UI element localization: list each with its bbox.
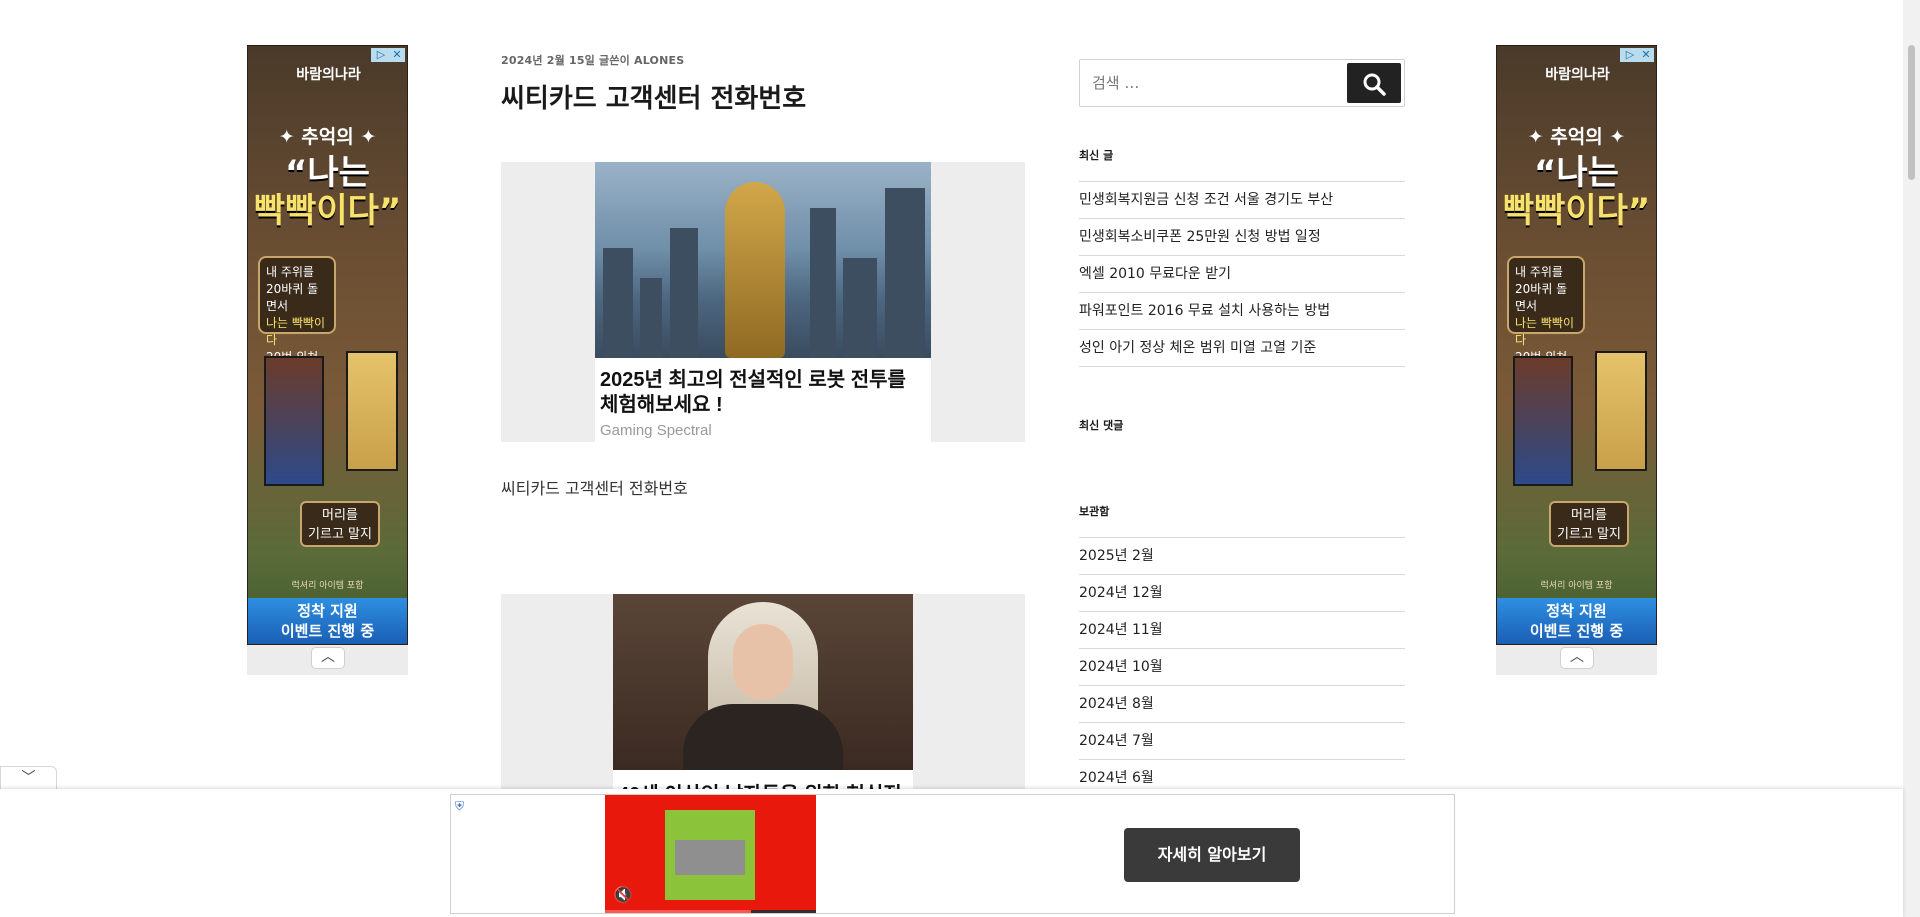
ad-cta-line-1: 정착 지원 xyxy=(297,602,358,620)
page-scrollbar[interactable] xyxy=(1903,0,1920,917)
ad-headline-line-2: 빡빡이다” xyxy=(1502,191,1651,231)
chevron-up-icon[interactable]: ︿ xyxy=(311,647,345,669)
ad-creative[interactable]: ▷ 40세 이상인 남자들을 위한 현실적 xyxy=(613,594,913,790)
ad-fine-print: 럭셔리 아이템 포함 xyxy=(1540,581,1613,591)
ad-cta-line-2: 이벤트 진행 중 xyxy=(280,622,375,640)
archive-link[interactable]: 2024년 11월 xyxy=(1079,612,1405,649)
pixel-character-warrior xyxy=(1513,356,1573,486)
ad-cta-line-2: 이벤트 진행 중 xyxy=(1529,622,1624,640)
article-header: 2024년 2월 15일 글쓴이 ALONES 씨티카드 고객센터 전화번호 xyxy=(501,52,1026,115)
ad-fine-print: 럭셔리 아이템 포함 xyxy=(291,581,364,591)
ad-image-robot-city[interactable] xyxy=(595,162,931,358)
chevron-down-icon[interactable]: ﹀ xyxy=(0,766,57,790)
ad-headline[interactable]: 2025년 최고의 전설적인 로봇 전투를 체험해보세요 ! xyxy=(595,358,931,418)
ad-choices-icon[interactable]: ✕ ▷ xyxy=(1620,48,1654,62)
archive-link[interactable]: 2024년 7월 xyxy=(1079,723,1405,760)
ad-speech-bubble: 내 주위를 20바퀴 돌면서 나는 빡빡이다 20번 외쳐 xyxy=(1507,256,1585,364)
game-logo: 바람의나라 xyxy=(1545,67,1610,83)
archive-link[interactable]: 2024년 8월 xyxy=(1079,686,1405,723)
ad-headline-line-1: “나는 xyxy=(1534,153,1619,193)
side-ad-banner[interactable]: ✕ ▷ 바람의나라 ✦ 추억의 ✦ “나는 빡빡이다” 내 주위를 20바퀴 돌면… xyxy=(1496,45,1657,645)
archive-link[interactable]: 2024년 10월 xyxy=(1079,649,1405,686)
archives-list: 2025년 2월 2024년 12월 2024년 11월 2024년 10월 2… xyxy=(1079,538,1405,797)
post-meta: 2024년 2월 15일 글쓴이 ALONES xyxy=(501,54,685,67)
ad-video-player[interactable]: 🔇 xyxy=(605,795,816,913)
game-logo: 바람의나라 xyxy=(296,67,361,83)
inline-ad-1[interactable]: ▷ 2025년 최고의 전설적인 로봇 전투를 체험해보세요 ! Gaming … xyxy=(501,162,1025,442)
recent-post-link[interactable]: 엑셀 2010 무료다운 받기 xyxy=(1079,256,1405,293)
ad-image-portrait[interactable] xyxy=(613,594,913,770)
side-ad-collapse-bar: ︿ xyxy=(1496,645,1657,675)
search-input[interactable] xyxy=(1080,60,1350,106)
anchor-ad-bar: ⛨ 🔇 자세히 알아보기 xyxy=(0,789,1903,917)
bubble-line: 기르고 말지 xyxy=(308,527,372,542)
bubble-line: 기르고 말지 xyxy=(1557,527,1621,542)
ad-headline: “나는 빡빡이다” xyxy=(1497,154,1656,230)
pixel-character-monk xyxy=(346,351,398,471)
ad-source[interactable]: Gaming Spectral xyxy=(595,418,931,442)
pixel-character-warrior xyxy=(264,356,324,486)
ad-reply-bubble: 머리를 기르고 말지 xyxy=(300,501,380,547)
ad-cta[interactable]: 정착 지원 이벤트 진행 중 xyxy=(248,598,407,644)
bubble-line: 내 주위를 xyxy=(1515,265,1563,279)
ad-headline[interactable]: 40세 이상인 남자들을 위한 현실적 xyxy=(613,770,913,790)
recent-posts-title: 최신 글 xyxy=(1079,147,1405,182)
recent-post-link[interactable]: 민생회복지원금 신청 조건 서울 경기도 부산 xyxy=(1079,182,1405,219)
archive-link[interactable]: 2025년 2월 xyxy=(1079,538,1405,575)
pixel-character-monk xyxy=(1595,351,1647,471)
ad-choices-icon[interactable]: ✕ ▷ xyxy=(371,48,405,62)
speaker-muted-icon[interactable]: 🔇 xyxy=(613,885,633,904)
bubble-line: 나는 빡빡이다 xyxy=(266,316,326,347)
ad-creative[interactable]: ▷ 2025년 최고의 전설적인 로봇 전투를 체험해보세요 ! Gaming … xyxy=(595,162,931,442)
chevron-up-icon[interactable]: ︿ xyxy=(1560,647,1594,669)
archives-title: 보관함 xyxy=(1079,503,1405,538)
ad-tagline: ✦ 추억의 ✦ xyxy=(1527,126,1626,148)
ad-reply-bubble: 머리를 기르고 말지 xyxy=(1549,501,1629,547)
ad-video-frame xyxy=(665,810,755,900)
recent-post-link[interactable]: 민생회복소비쿠폰 25만원 신청 방법 일정 xyxy=(1079,219,1405,256)
search-form xyxy=(1079,59,1405,107)
inline-ad-2[interactable]: ▷ 40세 이상인 남자들을 위한 현실적 xyxy=(501,594,1025,790)
anchor-ad[interactable]: ⛨ 🔇 자세히 알아보기 xyxy=(450,794,1455,914)
bubble-line: 20바퀴 돌면서 xyxy=(266,282,319,313)
side-ad-collapse-bar: ︿ xyxy=(247,645,408,675)
recent-post-link[interactable]: 성인 아기 정상 체온 범위 미열 고열 기준 xyxy=(1079,330,1405,367)
search-icon xyxy=(1363,73,1386,96)
ad-headline-line-2: 빡빡이다” xyxy=(253,191,402,231)
side-ad-banner[interactable]: ✕ ▷ 바람의나라 ✦ 추억의 ✦ “나는 빡빡이다” 내 주위를 20바퀴 돌면… xyxy=(247,45,408,645)
ad-tagline: ✦ 추억의 ✦ xyxy=(278,126,377,148)
bubble-line: 20바퀴 돌면서 xyxy=(1515,282,1568,313)
video-progress-fill xyxy=(605,910,751,913)
post-body: 씨티카드 고객센터 전화번호 xyxy=(501,479,688,498)
learn-more-button[interactable]: 자세히 알아보기 xyxy=(1124,828,1300,882)
ad-cta[interactable]: 정착 지원 이벤트 진행 중 xyxy=(1497,598,1656,644)
bubble-line: 나는 빡빡이다 xyxy=(1515,316,1575,347)
ad-headline-line-1: “나는 xyxy=(285,153,370,193)
ad-headline: “나는 빡빡이다” xyxy=(248,154,407,230)
scrollbar-thumb[interactable] xyxy=(1908,45,1915,180)
right-side-ad[interactable]: ✕ ▷ 바람의나라 ✦ 추억의 ✦ “나는 빡빡이다” 내 주위를 20바퀴 돌면… xyxy=(1496,45,1657,675)
privacy-shield-icon[interactable]: ⛨ xyxy=(455,799,469,813)
search-button[interactable] xyxy=(1347,63,1401,103)
bubble-line: 머리를 xyxy=(322,508,358,523)
recent-comments-title: 최신 댓글 xyxy=(1079,419,1124,432)
left-side-ad[interactable]: ✕ ▷ 바람의나라 ✦ 추억의 ✦ “나는 빡빡이다” 내 주위를 20바퀴 돌면… xyxy=(247,45,408,675)
post-title: 씨티카드 고객센터 전화번호 xyxy=(501,84,807,114)
sidebar: 최신 글 민생회복지원금 신청 조건 서울 경기도 부산 민생회복소비쿠폰 25… xyxy=(1079,59,1405,797)
video-progress-bar[interactable] xyxy=(605,910,816,913)
recent-posts-list: 민생회복지원금 신청 조건 서울 경기도 부산 민생회복소비쿠폰 25만원 신청… xyxy=(1079,182,1405,367)
recent-post-link[interactable]: 파워포인트 2016 무료 설치 사용하는 방법 xyxy=(1079,293,1405,330)
bubble-line: 머리를 xyxy=(1571,508,1607,523)
ad-cta-line-1: 정착 지원 xyxy=(1546,602,1607,620)
archive-link[interactable]: 2024년 12월 xyxy=(1079,575,1405,612)
ad-speech-bubble: 내 주위를 20바퀴 돌면서 나는 빡빡이다 20번 외쳐 xyxy=(258,256,336,364)
bubble-line: 내 주위를 xyxy=(266,265,314,279)
